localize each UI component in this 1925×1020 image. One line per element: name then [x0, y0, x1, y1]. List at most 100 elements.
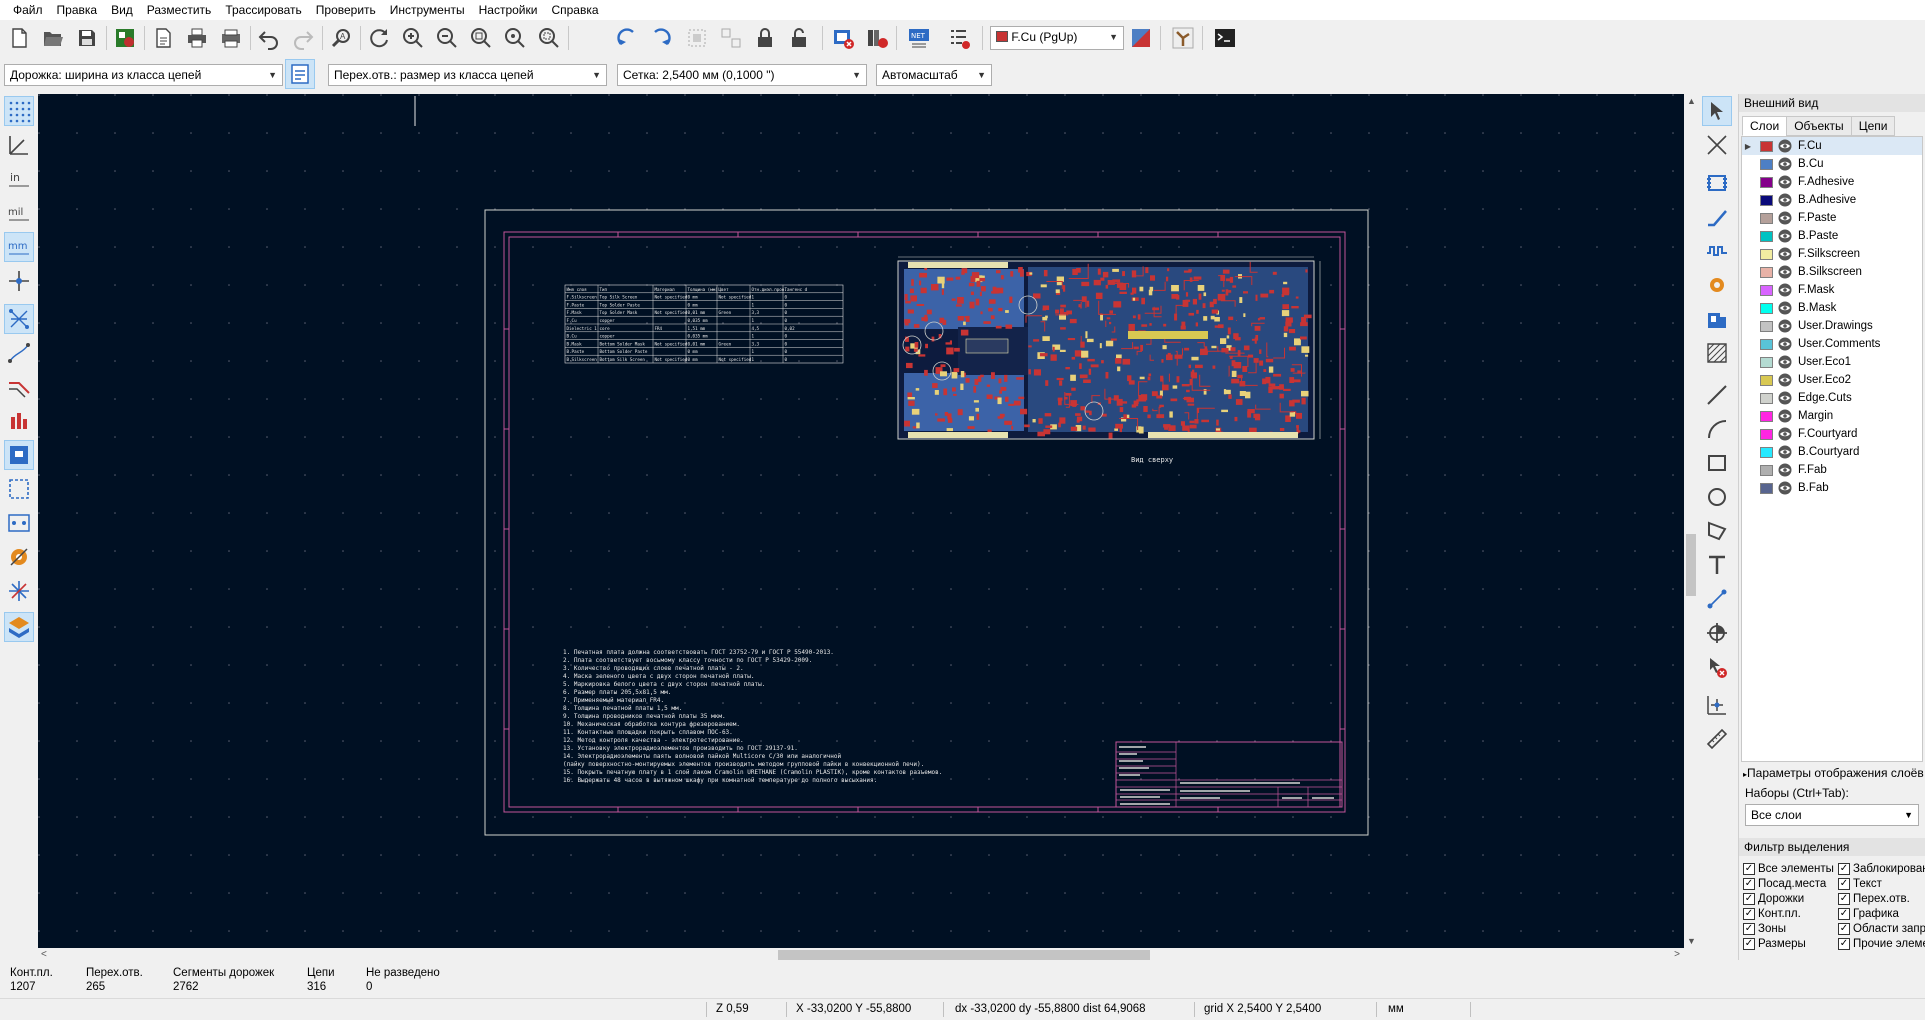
layer-color-swatch[interactable]	[1760, 410, 1773, 422]
layer-color-swatch[interactable]	[1760, 374, 1773, 386]
layer-row[interactable]: User.Drawings	[1742, 317, 1922, 335]
layer-row[interactable]: Margin	[1742, 407, 1922, 425]
layer-color-swatch[interactable]	[1760, 392, 1773, 404]
draw-rectangle-button[interactable]	[1702, 448, 1732, 478]
menu-item[interactable]: Справка	[544, 0, 605, 20]
cursor-shape-button[interactable]	[4, 266, 34, 296]
add-via-button[interactable]	[1702, 270, 1732, 300]
layer-alignment-button[interactable]	[1702, 618, 1732, 648]
eye-icon[interactable]	[1778, 373, 1792, 387]
eye-icon[interactable]	[1778, 229, 1792, 243]
measure-tool-button[interactable]	[1702, 724, 1732, 754]
filter-checkbox[interactable]: ✓ Перех.отв.	[1838, 892, 1925, 905]
ratsnest-button[interactable]	[4, 304, 34, 334]
units-inch-button[interactable]: in	[4, 164, 34, 194]
track-outline-button[interactable]	[4, 372, 34, 402]
draw-polygon-button[interactable]	[1702, 516, 1732, 546]
checkbox-checked-icon[interactable]: ✓	[1743, 907, 1755, 920]
scroll-down-icon[interactable]: ▼	[1687, 936, 1696, 946]
menu-item[interactable]: Правка	[50, 0, 105, 20]
menu-item[interactable]: Проверить	[309, 0, 383, 20]
menu-item[interactable]: Настройки	[472, 0, 545, 20]
scroll-left-icon[interactable]: <	[41, 948, 47, 962]
checkbox-checked-icon[interactable]: ✓	[1838, 922, 1850, 935]
grid-toggle-button[interactable]	[4, 96, 34, 126]
layer-color-swatch[interactable]	[1760, 428, 1773, 440]
local-ratsnest-button[interactable]	[1702, 130, 1732, 160]
page-settings-button[interactable]	[148, 23, 178, 53]
eye-icon[interactable]	[1778, 337, 1792, 351]
layer-row[interactable]: F.Paste	[1742, 209, 1922, 227]
open-board-button[interactable]	[38, 23, 68, 53]
print-button[interactable]	[182, 23, 212, 53]
layer-color-swatch[interactable]	[1760, 320, 1773, 332]
unlock-button[interactable]	[784, 23, 814, 53]
layer-color-swatch[interactable]	[1760, 284, 1773, 296]
filter-checkbox[interactable]: ✓ Конт.пл.	[1743, 907, 1838, 920]
layer-color-swatch[interactable]	[1760, 464, 1773, 476]
lock-button[interactable]	[750, 23, 780, 53]
zoom-objects-button[interactable]	[500, 23, 530, 53]
eye-icon[interactable]	[1778, 301, 1792, 315]
pad-display-button[interactable]	[4, 508, 34, 538]
checkbox-checked-icon[interactable]: ✓	[1743, 892, 1755, 905]
filter-checkbox[interactable]: ✓ Текст	[1838, 877, 1925, 890]
ungroup-button[interactable]	[716, 23, 746, 53]
eye-icon[interactable]	[1778, 193, 1792, 207]
redo-button[interactable]	[288, 23, 318, 53]
eye-icon[interactable]	[1778, 211, 1792, 225]
layer-row[interactable]: B.Courtyard	[1742, 443, 1922, 461]
zoom-in-button[interactable]	[398, 23, 428, 53]
layer-color-swatch[interactable]	[1760, 338, 1773, 350]
drc-button[interactable]	[828, 23, 858, 53]
layer-row[interactable]: User.Eco2	[1742, 371, 1922, 389]
filter-checkbox[interactable]: ✓ Графика	[1838, 907, 1925, 920]
route-track-button[interactable]	[1702, 202, 1732, 232]
layer-row[interactable]: B.Fab	[1742, 479, 1922, 497]
new-board-button[interactable]	[4, 23, 34, 53]
eye-icon[interactable]	[1778, 427, 1792, 441]
eye-icon[interactable]	[1778, 481, 1792, 495]
layer-color-swatch[interactable]	[1760, 302, 1773, 314]
plot-button[interactable]	[216, 23, 246, 53]
menu-item[interactable]: Разместить	[140, 0, 219, 20]
pcb-canvas[interactable]: Имя слоя Тип Материал Толщина (мм) Цвет Отн.д…	[38, 94, 1684, 948]
layer-row[interactable]: F.Silkscreen	[1742, 245, 1922, 263]
eye-icon[interactable]	[1778, 265, 1792, 279]
grid-origin-button[interactable]	[1702, 690, 1732, 720]
grid-select[interactable]: Сетка: 2,5400 мм (0,1000 ") ▼	[617, 64, 867, 86]
router-button[interactable]	[1168, 23, 1198, 53]
delete-tool-button[interactable]	[1702, 652, 1732, 682]
add-dimension-button[interactable]	[1702, 584, 1732, 614]
add-keepout-button[interactable]	[1702, 338, 1732, 368]
checkbox-checked-icon[interactable]: ✓	[1838, 862, 1850, 875]
layer-color-swatch[interactable]	[1760, 230, 1773, 242]
layer-row[interactable]: User.Eco1	[1742, 353, 1922, 371]
filter-checkbox[interactable]: ✓ Посад.места	[1743, 877, 1838, 890]
add-footprint-button[interactable]	[1702, 168, 1732, 198]
eye-icon[interactable]	[1778, 445, 1792, 459]
filter-checkbox[interactable]: ✓ Дорожки	[1743, 892, 1838, 905]
layer-row[interactable]: User.Comments	[1742, 335, 1922, 353]
via-display-button[interactable]	[4, 542, 34, 572]
via-size-select[interactable]: Перех.отв.: размер из класса цепей ▼	[328, 64, 607, 86]
bom-button[interactable]	[944, 23, 974, 53]
zoom-selection-button[interactable]	[534, 23, 564, 53]
scroll-up-icon[interactable]: ▲	[1687, 96, 1696, 106]
horizontal-scroll-thumb[interactable]	[778, 950, 1150, 960]
netlist-button[interactable]: NET	[904, 23, 934, 53]
menu-item[interactable]: Трассировать	[218, 0, 308, 20]
filter-checkbox[interactable]: ✓ Все элементы	[1743, 862, 1838, 875]
display-options-toggle[interactable]: ▸Параметры отображения слоёв	[1739, 762, 1925, 784]
zoom-select[interactable]: Автомасштаб ▼	[876, 64, 992, 86]
layer-color-swatch[interactable]	[1760, 446, 1773, 458]
zone-outline-button[interactable]	[4, 474, 34, 504]
layer-color-swatch[interactable]	[1760, 356, 1773, 368]
scroll-right-icon[interactable]: >	[1674, 948, 1680, 962]
track-width-select[interactable]: Дорожка: ширина из класса цепей ▼	[4, 64, 283, 86]
eye-icon[interactable]	[1778, 175, 1792, 189]
filter-checkbox[interactable]: ✓ Размеры	[1743, 937, 1838, 950]
zoom-fit-button[interactable]	[466, 23, 496, 53]
eye-icon[interactable]	[1778, 463, 1792, 477]
add-zone-button[interactable]	[1702, 304, 1732, 334]
